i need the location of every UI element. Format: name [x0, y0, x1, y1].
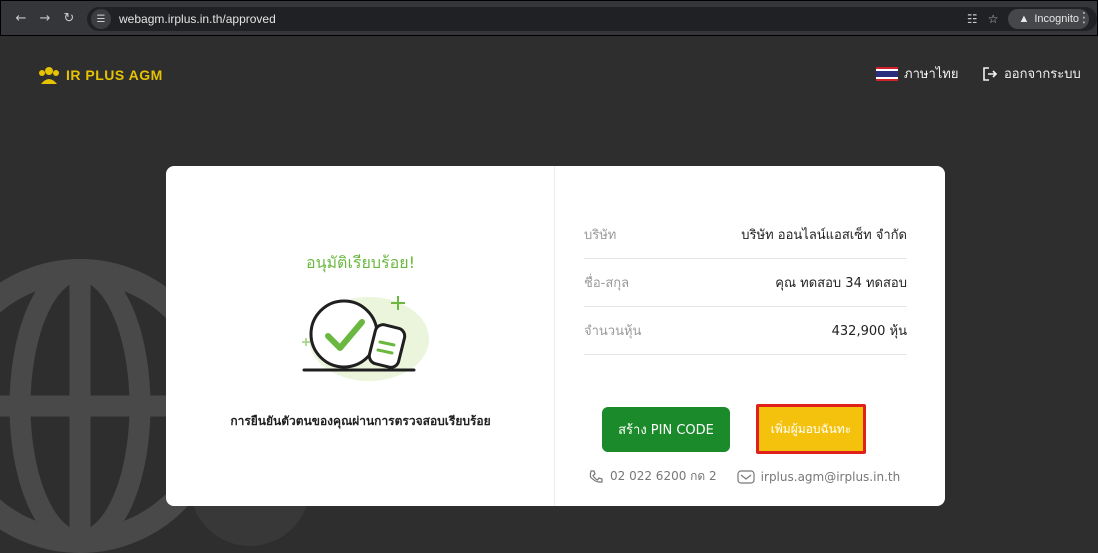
- reload-icon[interactable]: ↻: [59, 8, 79, 28]
- name-value: คุณ ทดสอบ 34 ทดสอบ: [775, 276, 907, 291]
- phone-icon: [589, 469, 603, 483]
- incognito-label: Incognito: [1034, 13, 1079, 25]
- add-proxy-button[interactable]: เพิ่มผู้มอบฉันทะ: [756, 404, 866, 454]
- logout-icon: [983, 66, 998, 81]
- success-title: อนุมัติเรียบร้อย!: [305, 253, 416, 272]
- thai-flag-icon: [876, 66, 898, 81]
- logout-label: ออกจากระบบ: [1004, 67, 1081, 82]
- browser-menu-icon[interactable]: ⋮: [1077, 10, 1091, 26]
- shareholder-info-panel: บริษัท บริษัท ออนไลน์แอสเซ็ท จำกัด ชื่อ-…: [555, 166, 945, 506]
- verification-message: การยืนยันตัวตนของคุณผ่านการตรวจสอบเรียบร…: [230, 414, 491, 428]
- phone-number[interactable]: 02 022 6200 กด 2: [610, 467, 717, 486]
- info-row-name: ชื่อ-สกุล คุณ ทดสอบ 34 ทดสอบ: [584, 259, 907, 307]
- incognito-icon: ▲: [1018, 13, 1030, 25]
- approval-status-panel: อนุมัติเรียบร้อย! การยืนยันตัวตนของคุณผ่…: [166, 166, 555, 506]
- info-row-shares: จำนวนหุ้น 432,900 หุ้น: [584, 307, 907, 355]
- logout-button[interactable]: ออกจากระบบ: [982, 63, 1081, 84]
- language-label: ภาษาไทย: [904, 67, 959, 82]
- shares-label: จำนวนหุ้น: [584, 324, 642, 339]
- address-bar-actions: ☷ ☆ ▲ Incognito: [967, 7, 1089, 31]
- address-bar[interactable]: ☰ webagm.irplus.in.th/approved ☷ ☆ ▲ Inc…: [87, 7, 1097, 31]
- page-background: IR PLUS AGM ภาษาไทย ออกจากระบบ อนุมัติเร…: [0, 36, 1098, 553]
- app-logo[interactable]: IR PLUS AGM: [38, 66, 163, 84]
- back-icon[interactable]: ←: [11, 8, 31, 28]
- email-icon: [737, 469, 755, 484]
- approval-card: อนุมัติเรียบร้อย! การยืนยันตัวตนของคุณผ่…: [166, 166, 945, 506]
- translate-icon[interactable]: ☷: [967, 12, 978, 26]
- info-row-company: บริษัท บริษัท ออนไลน์แอสเซ็ท จำกัด: [584, 211, 907, 259]
- browser-toolbar: ← → ↻ ☰ webagm.irplus.in.th/approved ☷ ☆…: [0, 0, 1098, 36]
- contact-info: 02 022 6200 กด 2 irplus.agm@irplus.in.th: [588, 467, 900, 486]
- create-pin-code-button[interactable]: สร้าง PIN CODE: [602, 407, 730, 452]
- bookmark-star-icon[interactable]: ☆: [988, 12, 999, 26]
- site-info-icon[interactable]: ☰: [91, 9, 111, 29]
- name-label: ชื่อ-สกุล: [584, 276, 630, 291]
- shares-value: 432,900 หุ้น: [831, 324, 907, 339]
- forward-icon[interactable]: →: [35, 8, 55, 28]
- company-label: บริษัท: [584, 228, 617, 243]
- logo-text: IR PLUS AGM: [66, 67, 163, 83]
- url-text[interactable]: webagm.irplus.in.th/approved: [119, 12, 276, 26]
- company-value: บริษัท ออนไลน์แอสเซ็ท จำกัด: [741, 228, 907, 243]
- language-switcher[interactable]: ภาษาไทย: [876, 63, 958, 84]
- email-address[interactable]: irplus.agm@irplus.in.th: [761, 470, 901, 484]
- verified-check-illustration-icon: [302, 296, 429, 381]
- browser-nav: ← → ↻: [11, 8, 79, 28]
- logo-people-icon: [39, 67, 59, 84]
